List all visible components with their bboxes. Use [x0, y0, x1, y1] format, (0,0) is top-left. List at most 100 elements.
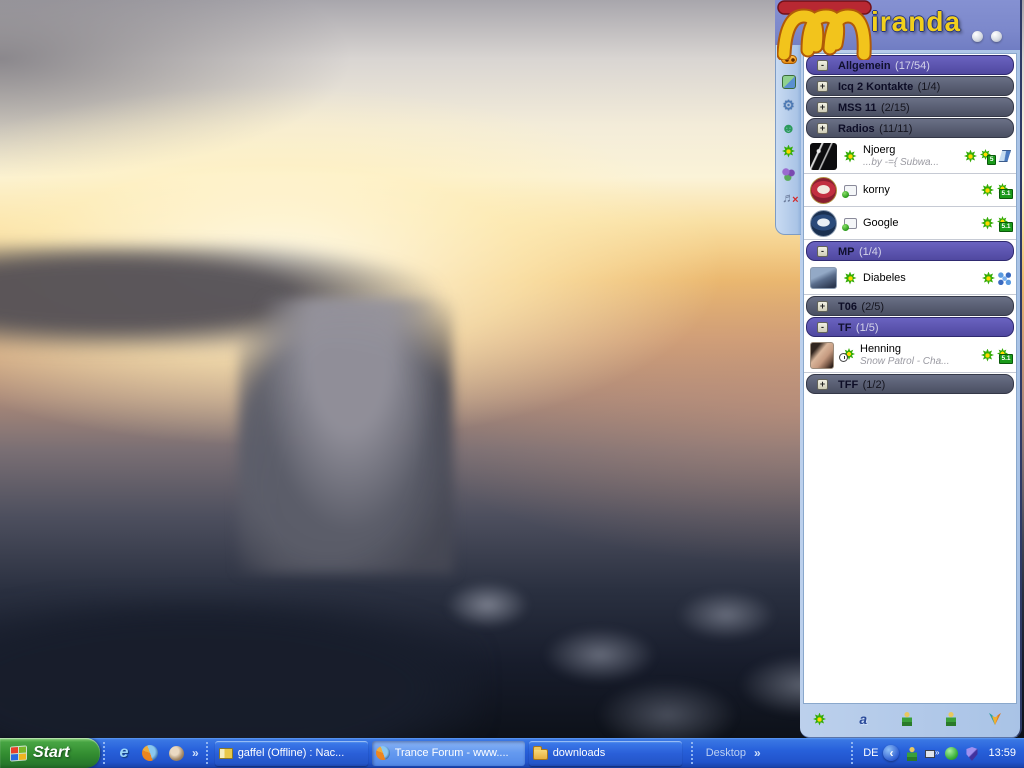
expand-icon[interactable]: + [817, 301, 828, 312]
group-count: (11/11) [879, 123, 912, 135]
miranda-titlebar[interactable]: iranda [775, 0, 1022, 52]
contact-row-diabeles[interactable]: Diabeles [804, 262, 1016, 295]
plugins-icon[interactable] [781, 166, 797, 182]
users-icon [782, 75, 796, 89]
device-icon [844, 218, 857, 229]
avatar [810, 143, 837, 170]
protocol-icons: 5.1 [981, 183, 1011, 197]
task-label: gaffel (Offline) : Nac... [238, 747, 345, 759]
contact-row-njoerg[interactable]: Njoerg ...by -={ Subwa... 5 [804, 139, 1016, 174]
contact-status-text: Snow Patrol - Cha... [860, 356, 976, 368]
person-icon: ☻ [781, 121, 796, 135]
toolbar-drag-handle[interactable] [851, 742, 855, 764]
msn-status-button[interactable] [986, 711, 1003, 728]
xfire-icon [997, 150, 1011, 162]
expand-icon[interactable]: + [817, 379, 828, 390]
toolbar-drag-handle[interactable] [103, 742, 107, 764]
monitor-icon: » [925, 749, 938, 761]
app-icon[interactable] [166, 742, 186, 764]
icq51-client-icon: 5.1 [997, 216, 1011, 230]
tray-online-status-icon[interactable] [944, 745, 959, 761]
task-button-trance-forum[interactable]: Trance Forum - www.... [372, 741, 525, 766]
group-label: Radios [838, 123, 875, 135]
cumulus-cloud [238, 298, 453, 573]
contact-row-korny[interactable]: korny 5.1 [804, 174, 1016, 207]
miranda-window: iranda ⚙ ☻ ♬× - Allgemein (17/54) + [775, 0, 1022, 738]
group-count: (1/4) [859, 246, 882, 258]
contact-row-henning[interactable]: Henning Snow Patrol - Cha... 5.1 [804, 338, 1016, 373]
group-label: TFF [838, 379, 858, 391]
icq-status-button[interactable] [811, 711, 828, 728]
start-button[interactable]: Start [0, 738, 100, 768]
contact-status-button[interactable] [899, 711, 916, 728]
icq-flower-icon [844, 272, 857, 285]
contact-group-mss11[interactable]: + MSS 11 (2/15) [806, 97, 1014, 117]
toolbar-drag-handle[interactable] [206, 742, 210, 764]
contact-group-t06[interactable]: + T06 (2/5) [806, 296, 1014, 316]
toolbar-drag-handle[interactable] [691, 742, 695, 764]
jabber-network-icon [998, 272, 1011, 285]
contact-group-tff[interactable]: + TFF (1/2) [806, 374, 1014, 394]
desktop: iranda ⚙ ☻ ♬× - Allgemein (17/54) + [0, 0, 1024, 768]
desktop-toolbar-chevron[interactable]: » [754, 746, 761, 760]
icq-online-icon [842, 150, 858, 163]
close-button[interactable] [991, 31, 1002, 42]
icq-protocol-icon [981, 217, 994, 230]
tray-miranda-status-icon[interactable] [904, 745, 919, 761]
contact-group-mp[interactable]: - MP (1/4) [806, 241, 1014, 261]
status-person-icon[interactable]: ☻ [781, 120, 797, 136]
version-badge: 5 [987, 155, 996, 166]
group-count: (1/5) [856, 322, 879, 334]
contact-group-tf[interactable]: - TF (1/5) [806, 317, 1014, 337]
expand-icon[interactable]: + [817, 81, 828, 92]
firefox-icon[interactable] [140, 742, 160, 764]
internet-explorer-icon[interactable]: e [114, 742, 134, 764]
contact-row-google[interactable]: Google 5.1 [804, 207, 1016, 240]
tray-volume-network-icon[interactable]: » [924, 745, 939, 761]
collapse-icon[interactable]: - [817, 246, 828, 257]
icq-protocol-icon [981, 184, 994, 197]
folder-icon [533, 749, 548, 760]
contact-status-button-2[interactable] [942, 711, 959, 728]
collapse-icon[interactable]: - [817, 322, 828, 333]
contact-name: korny [863, 184, 976, 197]
task-button-gaffel[interactable]: gaffel (Offline) : Nac... [215, 741, 368, 766]
expand-icon[interactable]: + [817, 123, 828, 134]
taskbar-clock[interactable]: 13:59 [988, 747, 1016, 759]
language-indicator[interactable]: DE [863, 747, 878, 759]
sound-muted-icon[interactable]: ♬× [781, 189, 797, 205]
windows-logo-icon [10, 745, 27, 761]
system-tray: DE ‹ » 13:59 [848, 742, 1024, 764]
contacts-icon[interactable] [781, 74, 797, 90]
miranda-frame: - Allgemein (17/54) + Icq 2 Kontakte (1/… [800, 50, 1022, 738]
avatar [810, 177, 837, 204]
aim-status-button[interactable]: a [855, 711, 872, 728]
miranda-logo: iranda [777, 0, 977, 58]
mute-x-icon: × [792, 194, 798, 206]
icq-online-icon [842, 272, 858, 285]
expand-icon[interactable]: + [817, 102, 828, 113]
person-icon [902, 712, 912, 726]
options-gear-icon[interactable]: ⚙ [781, 97, 797, 113]
group-label: MSS 11 [838, 102, 877, 114]
icq5-client-icon: 5 [980, 149, 994, 163]
collapse-icon[interactable]: - [817, 60, 828, 71]
quick-launch-overflow-chevron[interactable]: » [192, 746, 199, 760]
contact-card-icon [219, 748, 233, 759]
tray-antivirus-shield-icon[interactable] [964, 745, 979, 761]
group-count: (1/4) [918, 81, 941, 93]
task-button-downloads[interactable]: downloads [529, 741, 682, 766]
contact-group-radios[interactable]: + Radios (11/11) [806, 118, 1014, 138]
contact-name: Google [863, 217, 976, 230]
firefox-globe-icon [142, 745, 158, 761]
clock-icon [839, 353, 848, 362]
contact-group-icq2kontakte[interactable]: + Icq 2 Kontakte (1/4) [806, 76, 1014, 96]
miranda-bottom-toolbar: a [803, 704, 1017, 734]
desktop-toolbar-label[interactable]: Desktop [706, 747, 746, 759]
icq-protocol-icon [981, 349, 994, 362]
icq-flower-icon[interactable] [781, 143, 797, 159]
miranda-sidebar: ⚙ ☻ ♬× [775, 45, 801, 235]
contact-text: Henning Snow Patrol - Cha... [860, 343, 976, 368]
hide-tray-icons-button[interactable]: ‹ [883, 745, 899, 761]
protocol-icons: 5 [964, 149, 1011, 163]
